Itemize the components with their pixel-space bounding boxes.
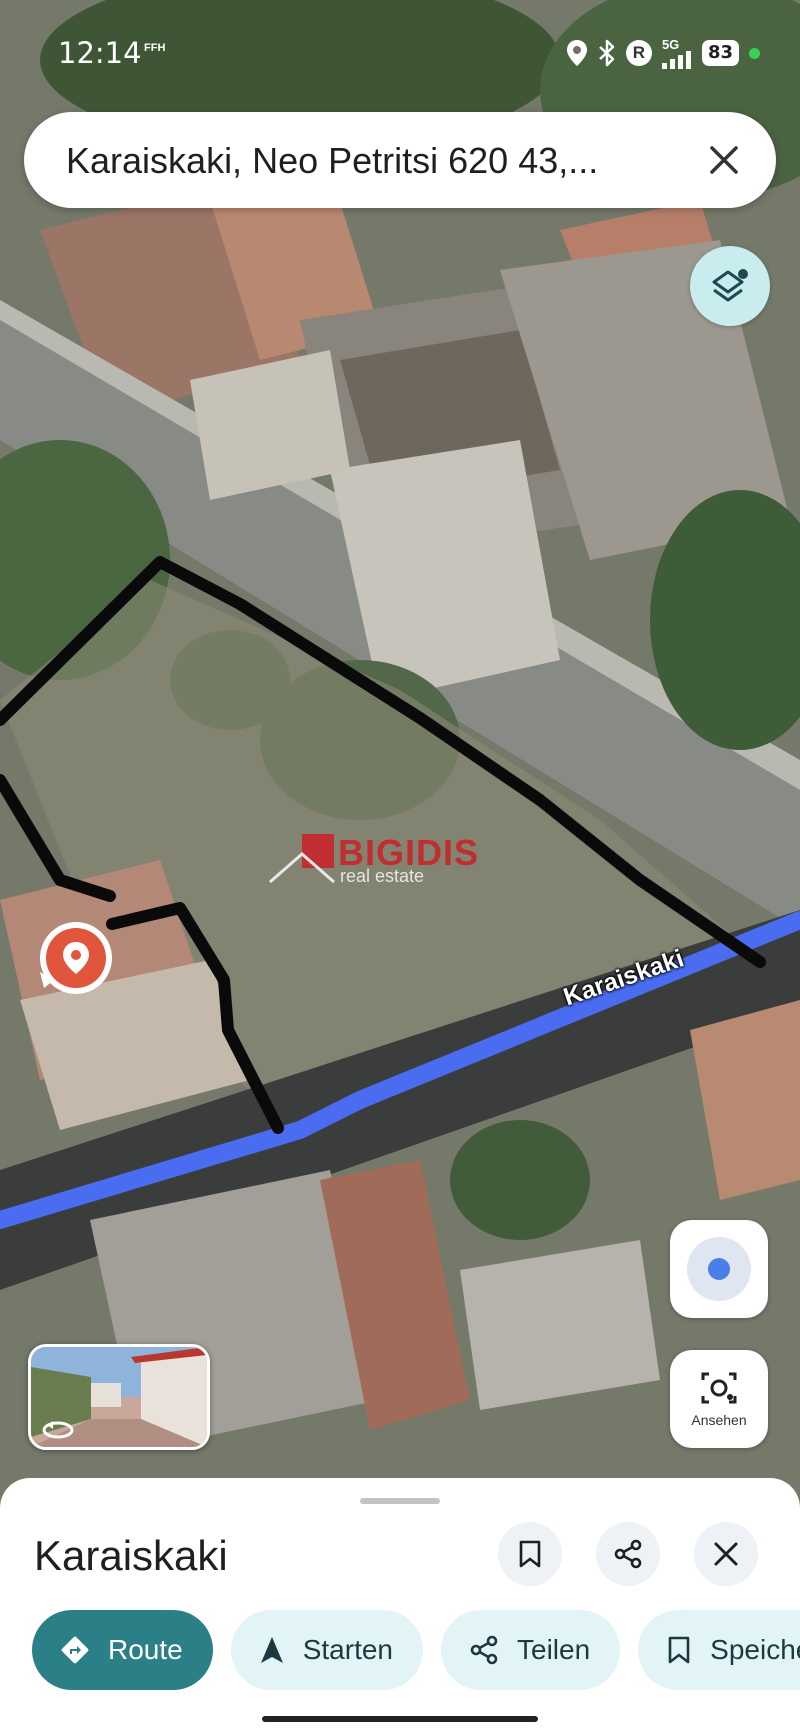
close-icon xyxy=(714,1542,738,1566)
street-view-thumbnail[interactable] xyxy=(28,1344,210,1450)
camera-lens-icon xyxy=(701,1372,737,1404)
action-chips: Route Starten Teilen Speichern xyxy=(32,1610,800,1690)
network-label: 5G xyxy=(661,36,680,52)
signal-icon: 5G xyxy=(661,36,692,69)
my-location-icon xyxy=(687,1237,751,1301)
bookmark-icon xyxy=(668,1636,690,1664)
house-logo-icon xyxy=(269,834,335,884)
navigation-arrow-icon xyxy=(260,1637,283,1663)
share-icon xyxy=(470,1635,498,1665)
lens-label: Ansehen xyxy=(691,1412,747,1428)
bookmark-icon xyxy=(519,1540,541,1568)
route-label: Route xyxy=(108,1634,183,1665)
close-icon xyxy=(710,146,738,174)
status-bar: 12:14 FFH R 5G 83 xyxy=(0,0,800,100)
watermark-sub: real estate xyxy=(340,866,425,886)
search-query[interactable]: Karaiskaki, Neo Petritsi 620 43,... xyxy=(66,140,676,182)
watermark-logo: BIGIDIS real estate xyxy=(268,830,538,890)
my-location-button[interactable] xyxy=(670,1220,768,1318)
start-label: Starten xyxy=(302,1634,393,1665)
location-icon xyxy=(566,40,587,66)
status-sub-label: FFH xyxy=(144,42,166,54)
battery-icon: 83 xyxy=(701,40,739,66)
layers-icon xyxy=(712,269,748,302)
place-bottom-sheet[interactable]: Karaiskaki Route Starten Teilen Speich xyxy=(0,1478,800,1732)
search-close-button[interactable] xyxy=(698,134,750,186)
sheet-drag-handle[interactable] xyxy=(360,1498,440,1504)
bluetooth-icon xyxy=(599,39,615,67)
place-title: Karaiskaki xyxy=(34,1532,228,1579)
directions-icon xyxy=(61,1636,89,1664)
rotate-360-icon xyxy=(42,1421,74,1439)
route-button[interactable]: Route xyxy=(32,1610,213,1690)
save-button[interactable]: Speichern xyxy=(638,1610,800,1690)
privacy-dot-icon xyxy=(749,47,760,59)
search-bar[interactable]: Karaiskaki, Neo Petritsi 620 43,... xyxy=(24,112,776,208)
start-button[interactable]: Starten xyxy=(230,1610,423,1690)
lens-button[interactable]: Ansehen xyxy=(670,1350,768,1448)
close-sheet-button[interactable] xyxy=(694,1522,758,1586)
layers-button[interactable] xyxy=(690,246,770,326)
gesture-home-bar[interactable] xyxy=(262,1716,538,1722)
place-pin[interactable] xyxy=(36,918,116,998)
share-icon-button[interactable] xyxy=(596,1522,660,1586)
share-button[interactable]: Teilen xyxy=(441,1610,621,1690)
status-time: 12:14 xyxy=(58,36,142,70)
save-icon-button[interactable] xyxy=(498,1522,562,1586)
share-icon xyxy=(614,1539,642,1569)
r-badge-icon: R xyxy=(625,40,652,66)
save-label: Speichern xyxy=(710,1634,800,1665)
status-icons: R 5G 83 xyxy=(566,36,760,70)
share-label: Teilen xyxy=(517,1634,591,1665)
